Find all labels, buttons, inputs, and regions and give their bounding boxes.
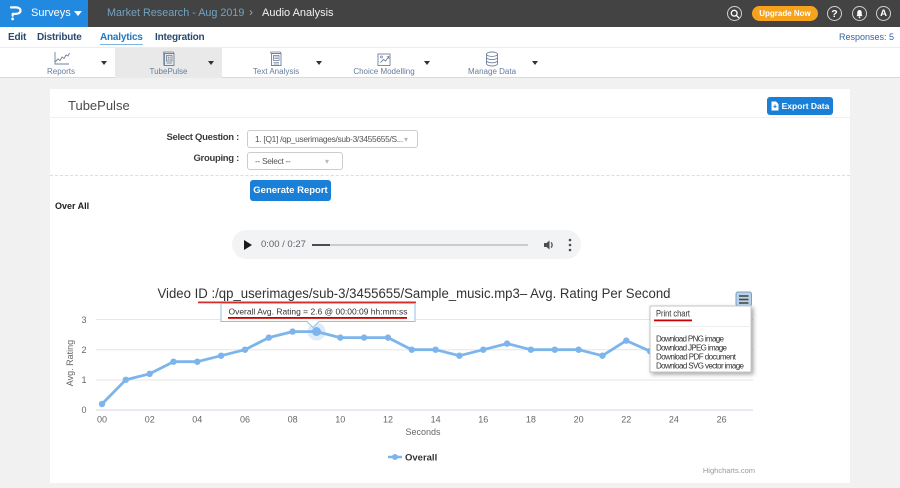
svg-text:Download PNG image: Download PNG image: [656, 335, 725, 344]
svg-text:3: 3: [81, 315, 86, 325]
svg-text:08: 08: [288, 415, 298, 425]
svg-text:04: 04: [192, 415, 202, 425]
svg-text:Download JPEG image: Download JPEG image: [656, 344, 728, 353]
svg-text:2: 2: [81, 345, 86, 355]
svg-text:14: 14: [431, 415, 441, 425]
svg-text:26: 26: [717, 415, 727, 425]
svg-text:00: 00: [97, 415, 107, 425]
svg-text:12: 12: [383, 415, 393, 425]
svg-text:1: 1: [81, 375, 86, 385]
svg-text:Highcharts.com: Highcharts.com: [703, 466, 755, 475]
svg-text:0: 0: [81, 405, 86, 415]
svg-text:20: 20: [574, 415, 584, 425]
svg-text:16: 16: [478, 415, 488, 425]
svg-text:Avg. Rating: Avg. Rating: [65, 340, 75, 386]
svg-text:10: 10: [335, 415, 345, 425]
svg-text:22: 22: [621, 415, 631, 425]
svg-text:24: 24: [669, 415, 679, 425]
svg-text:Overall: Overall: [405, 453, 437, 464]
svg-text:Print chart: Print chart: [656, 309, 690, 319]
svg-text:02: 02: [145, 415, 155, 425]
svg-text:18: 18: [526, 415, 536, 425]
svg-text:Download SVG vector image: Download SVG vector image: [656, 362, 745, 371]
svg-text:Overall Avg. Rating = 2.6 @ 00: Overall Avg. Rating = 2.6 @ 00:00:09 hh:…: [229, 307, 409, 317]
svg-text:Seconds: Seconds: [405, 427, 441, 437]
svg-text:Download PDF document: Download PDF document: [656, 353, 737, 362]
svg-text:06: 06: [240, 415, 250, 425]
svg-text:Video ID :/qp_userimages/sub-3: Video ID :/qp_userimages/sub-3/3455655/S…: [158, 286, 671, 301]
